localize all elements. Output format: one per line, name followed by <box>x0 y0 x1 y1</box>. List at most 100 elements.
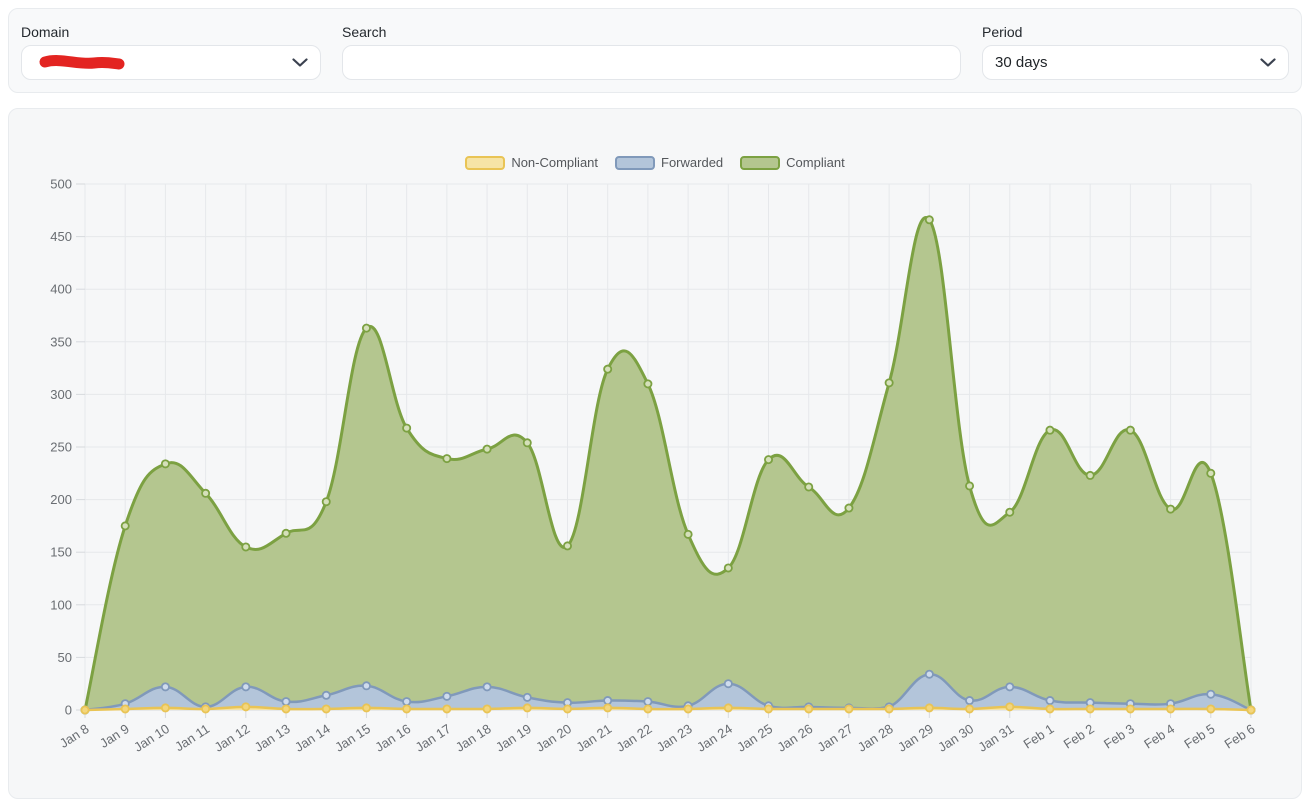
data-point-marker[interactable] <box>564 705 571 712</box>
data-point-marker[interactable] <box>1127 705 1134 712</box>
x-axis-label: Jan 13 <box>252 721 293 755</box>
data-point-marker[interactable] <box>1167 705 1174 712</box>
data-point-marker[interactable] <box>765 705 772 712</box>
legend-item-forwarded[interactable]: Forwarded <box>615 155 723 170</box>
data-point-marker[interactable] <box>805 483 812 490</box>
data-point-marker[interactable] <box>926 671 933 678</box>
data-point-marker[interactable] <box>1167 505 1174 512</box>
search-input[interactable] <box>342 45 961 80</box>
data-point-marker[interactable] <box>282 705 289 712</box>
data-point-marker[interactable] <box>765 456 772 463</box>
data-point-marker[interactable] <box>1046 697 1053 704</box>
data-point-marker[interactable] <box>524 694 531 701</box>
data-point-marker[interactable] <box>162 683 169 690</box>
data-point-marker[interactable] <box>644 698 651 705</box>
data-point-marker[interactable] <box>403 698 410 705</box>
data-point-marker[interactable] <box>242 543 249 550</box>
data-point-marker[interactable] <box>524 704 531 711</box>
data-point-marker[interactable] <box>443 705 450 712</box>
data-point-marker[interactable] <box>363 704 370 711</box>
data-point-marker[interactable] <box>363 682 370 689</box>
data-point-marker[interactable] <box>1006 703 1013 710</box>
data-point-marker[interactable] <box>644 705 651 712</box>
data-point-marker[interactable] <box>1087 705 1094 712</box>
data-point-marker[interactable] <box>1207 691 1214 698</box>
data-point-marker[interactable] <box>845 705 852 712</box>
data-point-marker[interactable] <box>323 692 330 699</box>
x-axis-label: Feb 6 <box>1222 721 1258 752</box>
y-axis-label: 500 <box>50 177 72 192</box>
data-point-marker[interactable] <box>162 460 169 467</box>
data-point-marker[interactable] <box>323 705 330 712</box>
data-point-marker[interactable] <box>966 705 973 712</box>
data-point-marker[interactable] <box>845 504 852 511</box>
data-point-marker[interactable] <box>926 216 933 223</box>
data-point-marker[interactable] <box>604 704 611 711</box>
compliance-chart[interactable]: Jan 8Jan 9Jan 10Jan 11Jan 12Jan 13Jan 14… <box>9 109 1302 799</box>
data-point-marker[interactable] <box>1247 706 1254 713</box>
data-point-marker[interactable] <box>242 683 249 690</box>
x-axis-label: Feb 5 <box>1181 721 1217 752</box>
legend-item-compliant[interactable]: Compliant <box>740 155 845 170</box>
data-point-marker[interactable] <box>1127 427 1134 434</box>
data-point-marker[interactable] <box>564 542 571 549</box>
data-point-marker[interactable] <box>725 680 732 687</box>
data-point-marker[interactable] <box>805 705 812 712</box>
data-point-marker[interactable] <box>443 693 450 700</box>
data-point-marker[interactable] <box>1006 509 1013 516</box>
y-axis-label: 200 <box>50 492 72 507</box>
data-point-marker[interactable] <box>403 705 410 712</box>
x-axis-label: Jan 21 <box>573 721 614 755</box>
data-point-marker[interactable] <box>483 446 490 453</box>
data-point-marker[interactable] <box>122 522 129 529</box>
domain-select[interactable] <box>21 45 321 80</box>
x-axis-label: Jan 25 <box>734 721 775 755</box>
data-point-marker[interactable] <box>81 706 88 713</box>
data-point-marker[interactable] <box>926 704 933 711</box>
data-point-marker[interactable] <box>685 531 692 538</box>
y-axis-label: 150 <box>50 545 72 560</box>
data-point-marker[interactable] <box>725 564 732 571</box>
x-axis-label: Jan 10 <box>131 721 172 755</box>
data-point-marker[interactable] <box>524 439 531 446</box>
data-point-marker[interactable] <box>483 683 490 690</box>
data-point-marker[interactable] <box>725 704 732 711</box>
data-point-marker[interactable] <box>644 380 651 387</box>
data-point-marker[interactable] <box>604 366 611 373</box>
data-point-marker[interactable] <box>403 424 410 431</box>
data-point-marker[interactable] <box>122 705 129 712</box>
x-axis-label: Jan 27 <box>815 721 856 755</box>
data-point-marker[interactable] <box>282 530 289 537</box>
x-axis-label: Jan 23 <box>654 721 695 755</box>
data-point-marker[interactable] <box>886 379 893 386</box>
x-axis-label: Jan 9 <box>97 721 132 751</box>
data-point-marker[interactable] <box>886 705 893 712</box>
data-point-marker[interactable] <box>483 705 490 712</box>
search-field: Search <box>342 24 961 92</box>
y-axis-label: 50 <box>58 650 72 665</box>
x-axis-label: Jan 19 <box>493 721 534 755</box>
data-point-marker[interactable] <box>282 698 289 705</box>
period-select[interactable]: 30 days <box>982 45 1289 80</box>
x-axis-label: Jan 20 <box>533 721 574 755</box>
data-point-marker[interactable] <box>604 697 611 704</box>
legend-item-non-compliant[interactable]: Non-Compliant <box>465 155 598 170</box>
data-point-marker[interactable] <box>202 490 209 497</box>
data-point-marker[interactable] <box>443 455 450 462</box>
data-point-marker[interactable] <box>1046 427 1053 434</box>
domain-field: Domain <box>21 24 321 92</box>
y-axis-label: 350 <box>50 334 72 349</box>
data-point-marker[interactable] <box>1046 705 1053 712</box>
data-point-marker[interactable] <box>202 705 209 712</box>
data-point-marker[interactable] <box>363 325 370 332</box>
data-point-marker[interactable] <box>162 704 169 711</box>
data-point-marker[interactable] <box>966 482 973 489</box>
data-point-marker[interactable] <box>1207 705 1214 712</box>
data-point-marker[interactable] <box>242 703 249 710</box>
data-point-marker[interactable] <box>323 498 330 505</box>
data-point-marker[interactable] <box>685 705 692 712</box>
data-point-marker[interactable] <box>1087 472 1094 479</box>
data-point-marker[interactable] <box>1006 683 1013 690</box>
data-point-marker[interactable] <box>1207 470 1214 477</box>
data-point-marker[interactable] <box>966 697 973 704</box>
